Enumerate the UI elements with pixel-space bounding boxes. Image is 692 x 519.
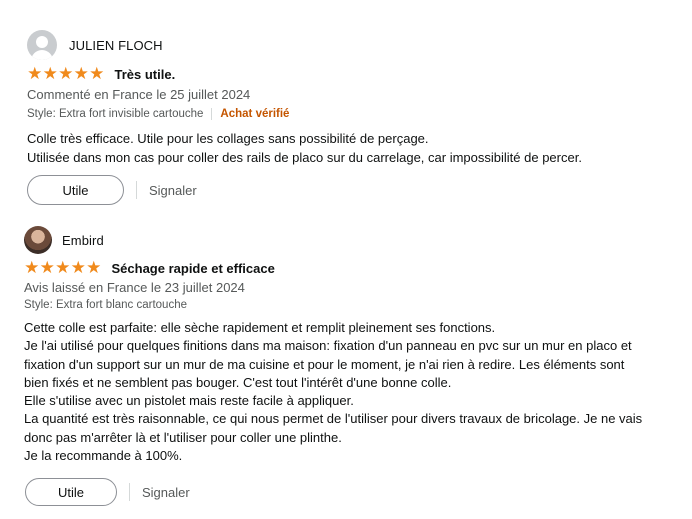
- report-link[interactable]: Signaler: [149, 183, 197, 198]
- review-title-row: ★ ★ ★ ★ ★ Très utile.: [27, 64, 176, 83]
- review-body-line: La quantité est très raisonnable, ce qui…: [24, 411, 643, 427]
- star-icon: ★: [24, 258, 40, 277]
- star-rating[interactable]: ★ ★ ★ ★ ★: [27, 64, 105, 83]
- review-actions: Utile Signaler: [25, 478, 190, 506]
- review-actions: Utile Signaler: [27, 175, 197, 205]
- star-icon: ★: [70, 258, 86, 277]
- review-style-row: Style: Extra fort invisible cartouche Ac…: [27, 108, 289, 120]
- reviewer-profile[interactable]: JULIEN FLOCH: [27, 30, 163, 60]
- review-body-line: Elle s'utilise avec un pistolet mais res…: [24, 393, 354, 409]
- review-body-line: bien fixés et ne semblent pas bouger. C'…: [24, 374, 452, 390]
- star-icon: ★: [42, 64, 58, 83]
- star-icon: ★: [27, 64, 43, 83]
- review-body: Colle très efficace. Utile pour les coll…: [27, 129, 582, 167]
- review-body-line: Utilisée dans mon cas pour coller des ra…: [27, 150, 582, 165]
- reviewer-profile[interactable]: Embird: [24, 226, 104, 254]
- review-title[interactable]: Séchage rapide et efficace: [112, 261, 275, 276]
- divider: [129, 483, 130, 501]
- review-body-line: fixation d'un support sur un mur de ma c…: [24, 356, 625, 372]
- star-icon: ★: [58, 64, 74, 83]
- star-icon: ★: [39, 258, 55, 277]
- review-style-row: Style: Extra fort blanc cartouche: [24, 299, 187, 311]
- divider: [136, 181, 137, 199]
- report-link[interactable]: Signaler: [142, 485, 190, 500]
- review-date: Commenté en France le 25 juillet 2024: [27, 87, 251, 102]
- review-body: Cette colle est parfaite: elle sèche rap…: [24, 319, 642, 465]
- star-rating[interactable]: ★ ★ ★ ★ ★: [24, 258, 102, 277]
- avatar: [24, 226, 52, 254]
- review-body-line: Colle très efficace. Utile pour les coll…: [27, 131, 429, 146]
- reviewer-name[interactable]: JULIEN FLOCH: [69, 38, 163, 53]
- helpful-button[interactable]: Utile: [25, 478, 117, 506]
- product-style[interactable]: Style: Extra fort invisible cartouche: [27, 108, 203, 120]
- star-icon: ★: [55, 258, 71, 277]
- star-icon: ★: [73, 64, 89, 83]
- divider: [211, 108, 213, 120]
- verified-purchase-badge: Achat vérifié: [220, 108, 290, 120]
- review-body-line: Cette colle est parfaite: elle sèche rap…: [24, 320, 496, 335]
- star-icon: ★: [86, 258, 102, 277]
- helpful-button[interactable]: Utile: [27, 175, 124, 205]
- star-icon: ★: [89, 64, 105, 83]
- review-title[interactable]: Très utile.: [115, 67, 176, 82]
- review-body-line: Je la recommande à 100%.: [24, 448, 183, 464]
- review-date: Avis laissé en France le 23 juillet 2024: [24, 280, 245, 295]
- review-title-row: ★ ★ ★ ★ ★ Séchage rapide et efficace: [24, 258, 275, 277]
- product-style[interactable]: Style: Extra fort blanc cartouche: [24, 299, 187, 311]
- review-body-line: donc pas m'arrêter là et l'utiliser pour…: [24, 429, 342, 445]
- review-body-line: Je l'ai utilisé pour quelques finitions …: [24, 338, 632, 354]
- default-avatar-icon: [27, 30, 57, 60]
- reviewer-name[interactable]: Embird: [62, 233, 104, 248]
